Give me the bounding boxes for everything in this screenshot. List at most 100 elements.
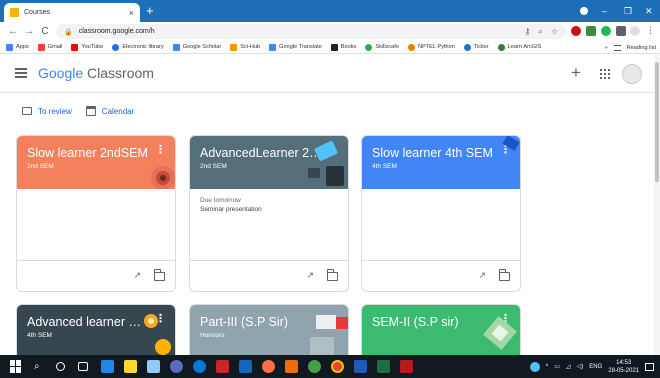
taskbar-app-icon[interactable]: [170, 360, 183, 373]
bookmark-electronic-library[interactable]: Electronic library: [112, 43, 164, 51]
class-title[interactable]: Part-III (S.P Sir): [200, 315, 320, 329]
zoom-icon[interactable]: ⌕: [538, 27, 542, 37]
profile-avatar-icon[interactable]: [630, 26, 640, 36]
show-hidden-icons-icon[interactable]: ^: [546, 364, 549, 370]
bookmark-books[interactable]: Books: [330, 43, 356, 51]
calendar-link[interactable]: Calendar: [85, 106, 135, 116]
language-indicator[interactable]: ENG: [589, 364, 602, 370]
user-tray-icon[interactable]: [529, 361, 540, 372]
class-card[interactable]: SEM-II (S.P sir) ⋮: [361, 304, 521, 356]
bookmark-sci-hub[interactable]: Sci-Hub: [230, 43, 260, 51]
due-label: Due tomorrow: [200, 197, 241, 204]
class-title[interactable]: SEM-II (S.P sir): [372, 315, 492, 329]
edge-icon[interactable]: [193, 360, 206, 373]
class-theme-illustration: [308, 141, 344, 186]
taskbar-app-icon[interactable]: [216, 360, 229, 373]
new-tab-button[interactable]: +: [146, 3, 154, 19]
chrome-icon[interactable]: [331, 360, 344, 373]
browser-menu-icon[interactable]: ⋮: [646, 25, 655, 36]
firefox-icon[interactable]: [262, 360, 275, 373]
gradebook-trend-icon[interactable]: ↗: [133, 270, 141, 281]
bookmark-nptel-python[interactable]: NPTEL Python: [407, 43, 455, 51]
class-card-header[interactable]: AdvancedLearner 2nd SEM 2nd SEM ⋮: [190, 136, 348, 189]
taskbar-app-icon[interactable]: [101, 360, 114, 373]
skillzcafe-icon: [365, 43, 373, 51]
gradebook-trend-icon[interactable]: ↗: [306, 270, 314, 281]
gradebook-trend-icon[interactable]: ↗: [478, 270, 486, 281]
scrollbar-thumb[interactable]: [655, 62, 659, 182]
volume-icon[interactable]: ◁): [577, 363, 584, 370]
class-card-header[interactable]: Slow learner 4th SEM 4th SEM ⋮: [362, 136, 520, 189]
main-menu-icon[interactable]: [15, 68, 27, 78]
google-apps-icon[interactable]: [600, 69, 610, 79]
bookmarks-more-icon[interactable]: »: [605, 45, 608, 51]
tab-close-icon[interactable]: ×: [129, 8, 134, 18]
star-icon[interactable]: ☆: [551, 27, 558, 37]
assignment-link[interactable]: Seminar presentation: [200, 206, 338, 213]
windows-start-icon[interactable]: [10, 360, 23, 373]
google-classroom-logo[interactable]: Google Classroom: [38, 65, 154, 81]
search-icon[interactable]: ⌕: [34, 360, 47, 373]
puzzle-extension-icon[interactable]: [616, 26, 626, 36]
class-card[interactable]: Slow learner 4th SEM 4th SEM ⋮ ↗: [361, 135, 521, 292]
bookmark-learn-arcgis[interactable]: Learn ArcGIS: [497, 43, 541, 51]
url-bar[interactable]: 🔒 classroom.google.com/h ⚷ ⌕ ☆: [56, 24, 566, 39]
class-card[interactable]: Advanced learner 4Th SEM 4th SEM ⋮: [16, 304, 176, 356]
file-explorer-icon[interactable]: [124, 360, 137, 373]
calendar-label: Calendar: [101, 106, 135, 116]
arcgis-icon: [497, 43, 505, 51]
bookmark-skillzcafe[interactable]: Skillzcafe: [365, 43, 399, 51]
reading-list-button[interactable]: Reading list: [627, 45, 656, 51]
bookmark-gmail[interactable]: Gmail: [37, 43, 62, 51]
reload-icon[interactable]: C: [38, 26, 52, 37]
taskbar-app-icon[interactable]: [147, 360, 160, 373]
class-title[interactable]: Slow learner 4th SEM: [372, 146, 498, 160]
class-card-header[interactable]: Advanced learner 4Th SEM 4th SEM ⋮: [17, 305, 175, 356]
drive-folder-icon[interactable]: [153, 269, 165, 281]
word-icon[interactable]: [354, 360, 367, 373]
whatsapp-icon[interactable]: [308, 360, 321, 373]
class-title[interactable]: Advanced learner 4Th SEM: [27, 315, 147, 329]
minimize-button[interactable]: –: [602, 0, 607, 22]
tab-title: Courses: [24, 9, 51, 16]
close-window-button[interactable]: ✕: [645, 0, 653, 22]
create-join-class-button[interactable]: +: [571, 63, 581, 83]
tab-courses[interactable]: Courses ×: [4, 3, 140, 22]
class-theme-illustration: [144, 314, 171, 355]
class-card[interactable]: Slow learner 2ndSEM 2nd SEM ⋮ ↗: [16, 135, 176, 292]
bookmark-apps[interactable]: Apps: [6, 43, 29, 51]
bookmark-google-scholar[interactable]: Google Scholar: [172, 43, 221, 51]
grammarly-extension-icon[interactable]: [601, 26, 611, 36]
class-options-icon[interactable]: ⋮: [155, 145, 166, 156]
opera-extension-icon[interactable]: [571, 26, 581, 36]
class-card-header[interactable]: Slow learner 2ndSEM 2nd SEM ⋮: [17, 136, 175, 189]
class-card-header[interactable]: SEM-II (S.P sir) ⋮: [362, 305, 520, 356]
battery-icon[interactable]: ▭: [554, 363, 560, 370]
maximize-button[interactable]: ❐: [624, 0, 632, 22]
forward-icon[interactable]: →: [22, 26, 36, 37]
account-avatar[interactable]: [622, 64, 642, 84]
drive-folder-icon[interactable]: [498, 269, 510, 281]
extension-icon[interactable]: [586, 26, 596, 36]
clock[interactable]: 14:53 28-05-2021: [608, 359, 639, 375]
bookmark-ticker[interactable]: Ticker: [463, 43, 489, 51]
taskbar-app-icon[interactable]: [285, 360, 298, 373]
bookmark-google-translate[interactable]: Google Translate: [269, 43, 322, 51]
profile-icon[interactable]: [580, 0, 588, 22]
excel-icon[interactable]: [377, 360, 390, 373]
pdf-reader-icon[interactable]: [400, 360, 413, 373]
notifications-icon[interactable]: [645, 362, 654, 371]
class-card[interactable]: AdvancedLearner 2nd SEM 2nd SEM ⋮ Due to…: [189, 135, 349, 292]
class-card-footer: ↗: [362, 260, 520, 291]
class-card[interactable]: Part-III (S.P Sir) Honours: [189, 304, 349, 356]
bookmark-youtube[interactable]: YouTube: [71, 43, 103, 51]
cortana-icon[interactable]: [56, 362, 65, 371]
taskbar-app-icon[interactable]: [239, 360, 252, 373]
drive-folder-icon[interactable]: [326, 269, 338, 281]
key-icon[interactable]: ⚷: [524, 27, 530, 37]
class-card-header[interactable]: Part-III (S.P Sir) Honours: [190, 305, 348, 356]
back-icon[interactable]: ←: [6, 26, 20, 37]
task-view-icon[interactable]: [78, 362, 88, 371]
network-icon[interactable]: ◿: [566, 363, 571, 370]
to-review-link[interactable]: To review: [22, 107, 72, 116]
